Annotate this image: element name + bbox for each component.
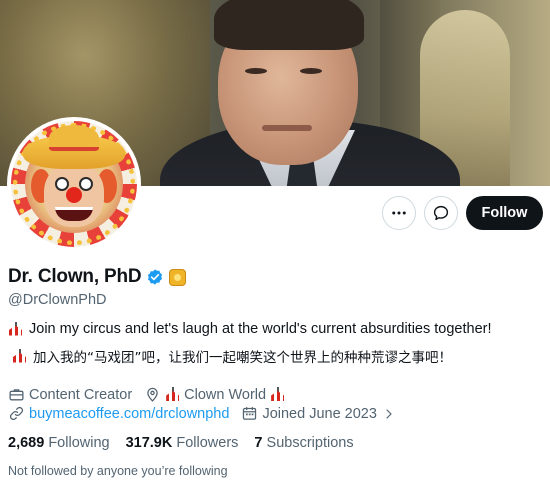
banner-mouth xyxy=(262,125,312,131)
bio-line-1: Join my circus and let's laugh at the wo… xyxy=(8,321,492,337)
website-item[interactable]: buymeacoffee.com/drclownphd xyxy=(8,405,229,422)
more-options-button[interactable] xyxy=(382,196,416,230)
profile-meta-row-1: Content Creator Clown World xyxy=(8,386,297,403)
website-link[interactable]: buymeacoffee.com/drclownphd xyxy=(29,406,229,422)
location-item: Clown World xyxy=(144,386,285,403)
circus-tent-icon xyxy=(12,348,27,364)
banner-eye-left xyxy=(245,68,267,74)
followers-label: Followers xyxy=(176,435,239,451)
follow-button[interactable]: Follow xyxy=(466,196,543,230)
followers-count: 317.9K xyxy=(125,435,173,451)
avatar-image xyxy=(11,121,137,247)
follow-stats: 2,689 Following 317.9K Followers 7 Subsc… xyxy=(8,435,370,451)
subscriptions-label: Subscriptions xyxy=(266,435,354,451)
link-icon xyxy=(9,406,24,421)
handle: @DrClownPhD xyxy=(8,292,107,308)
avatar-sombrero-crown xyxy=(49,125,99,151)
calendar-icon xyxy=(243,407,257,420)
message-bubble-icon xyxy=(433,205,449,221)
more-horizontal-icon xyxy=(392,211,406,215)
avatar-eye-right xyxy=(79,177,93,191)
circus-tent-icon xyxy=(8,321,23,337)
category-item: Content Creator xyxy=(8,386,132,403)
bio-text-english: Join my circus and let's laugh at the wo… xyxy=(29,321,492,337)
avatar[interactable] xyxy=(7,117,141,251)
display-name: Dr. Clown, PhD xyxy=(8,266,142,287)
joined-item[interactable]: Joined June 2023 xyxy=(241,405,395,422)
affiliate-badge-icon[interactable] xyxy=(169,268,187,286)
followers-stat[interactable]: 317.9K Followers xyxy=(126,435,239,451)
category-label: Content Creator xyxy=(29,386,133,403)
profile-name-row: Dr. Clown, PhD xyxy=(8,266,187,288)
bio-text-chinese: 加入我的“马戏团”吧，让我们一起嘲笑这个世界上的种种荒谬之事吧！ xyxy=(33,350,452,366)
location-pin-icon xyxy=(147,387,158,402)
banner-eye-right xyxy=(300,68,322,74)
message-button[interactable] xyxy=(424,196,458,230)
following-label: Following xyxy=(48,435,110,451)
following-stat[interactable]: 2,689 Following xyxy=(8,435,110,451)
chevron-right-icon xyxy=(386,408,392,419)
subscriptions-count: 7 xyxy=(254,435,263,451)
circus-tent-icon xyxy=(165,387,180,402)
banner-hair xyxy=(214,0,364,50)
profile-meta-row-2: buymeacoffee.com/drclownphd Joined June … xyxy=(8,405,407,422)
joined-date: Joined June 2023 xyxy=(262,405,377,422)
location-label: Clown World xyxy=(184,386,267,403)
verified-badge-icon[interactable] xyxy=(146,268,164,286)
followed-by-text: Not followed by anyone you’re following xyxy=(8,464,228,478)
circus-tent-icon xyxy=(270,387,285,402)
bio-line-2: 加入我的“马戏团”吧，让我们一起嘲笑这个世界上的种种荒谬之事吧！ xyxy=(12,346,452,366)
subscriptions-stat[interactable]: 7 Subscriptions xyxy=(254,435,353,451)
following-count: 2,689 xyxy=(8,435,45,451)
briefcase-icon xyxy=(9,389,24,401)
avatar-clown-nose xyxy=(66,187,82,203)
